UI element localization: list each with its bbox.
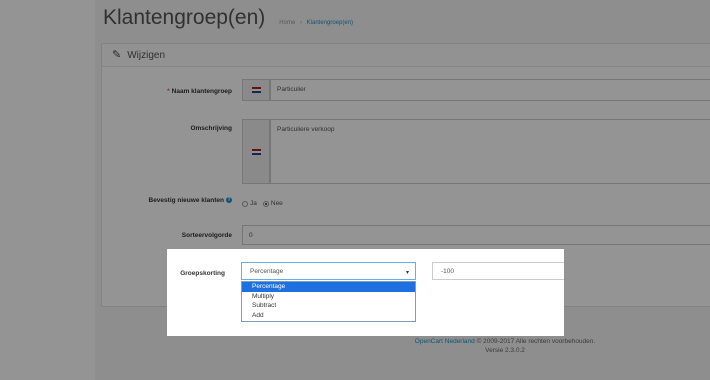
discount-type-value: Percentage	[250, 268, 284, 275]
sort-order-label: Sorteervolgorde	[181, 232, 232, 239]
description-textarea[interactable]: Particuliere verkoop	[270, 119, 710, 184]
page-header: Klantengroep(en) Home › Klantengroep(en)	[103, 6, 353, 30]
netherlands-flag-icon	[251, 87, 261, 93]
breadcrumb-current[interactable]: Klantengroep(en)	[307, 20, 353, 26]
language-flag-addon	[242, 119, 270, 184]
netherlands-flag-icon	[251, 148, 261, 155]
footer-link[interactable]: OpenCart Nederland	[415, 338, 475, 345]
breadcrumb-separator: ›	[299, 20, 302, 26]
page-title: Klantengroep(en)	[103, 6, 266, 29]
chevron-down-icon: ▾	[405, 270, 409, 276]
dropdown-option-add[interactable]: Add	[242, 311, 415, 321]
dropdown-option-percentage[interactable]: Percentage	[242, 282, 415, 292]
discount-type-select[interactable]: Percentage ▾	[241, 262, 416, 280]
dropdown-option-multiply[interactable]: Multiply	[242, 292, 415, 302]
breadcrumb: Home › Klantengroep(en)	[279, 20, 353, 26]
footer-version: Versie 2.3.0.2	[485, 347, 525, 354]
approve-no-label: Nee	[270, 200, 283, 207]
sort-order-input[interactable]: 0	[242, 225, 710, 245]
approve-label: Bevestig nieuwe klanten?	[102, 197, 232, 204]
panel-heading: ✎ Wijzigen	[102, 44, 710, 67]
approve-no-radio[interactable]	[262, 200, 269, 207]
footer-copyright-line: OpenCart Nederland © 2009-2017 Alle rech…	[355, 337, 655, 346]
approve-yes-radio[interactable]	[242, 200, 248, 207]
name-label-text: Naam klantengroep	[171, 88, 232, 95]
discount-amount-input[interactable]: -100	[432, 262, 564, 280]
required-marker: *	[167, 88, 170, 95]
pencil-icon: ✎	[112, 48, 122, 61]
language-flag-addon	[242, 79, 270, 101]
footer-copyright: © 2009-2017 Alle rechten voorbehouden.	[474, 338, 596, 345]
discount-highlight: Groepskorting Percentage ▾ Percentage Mu…	[167, 249, 564, 336]
discount-label: Groepskorting	[180, 270, 225, 277]
name-label: * Naam klantengroep	[102, 88, 232, 95]
help-icon[interactable]: ?	[226, 197, 232, 204]
name-input[interactable]: Particulier	[270, 79, 710, 101]
approve-label-text: Bevestig nieuwe klanten	[148, 197, 225, 204]
footer: OpenCart Nederland © 2009-2017 Alle rech…	[355, 337, 655, 355]
approve-radio-group: Ja Nee	[242, 200, 283, 207]
approve-yes-label: Ja	[250, 200, 257, 207]
panel-title: Wijzigen	[127, 49, 166, 61]
description-label: Omschrijving	[190, 125, 232, 132]
breadcrumb-home[interactable]: Home	[279, 20, 295, 26]
dropdown-option-subtract[interactable]: Subtract	[242, 301, 415, 311]
discount-type-dropdown: Percentage Multiply Subtract Add	[241, 281, 416, 322]
